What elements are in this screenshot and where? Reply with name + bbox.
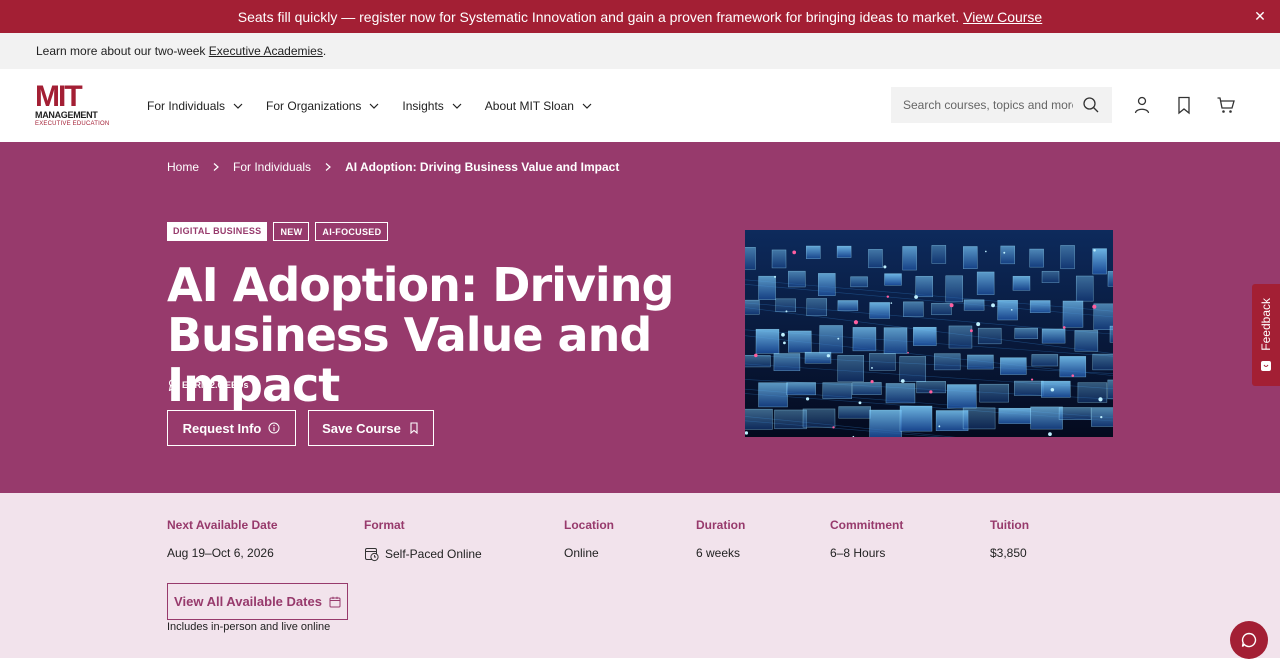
cart-icon[interactable] bbox=[1216, 95, 1236, 115]
detail-value: Online bbox=[564, 546, 599, 560]
breadcrumb-home[interactable]: Home bbox=[167, 160, 199, 174]
nav-label: For Individuals bbox=[147, 98, 226, 113]
executive-academies-link[interactable]: Executive Academies bbox=[209, 44, 323, 58]
save-course-label: Save Course bbox=[322, 420, 401, 436]
tag-digital-business[interactable]: DIGITAL BUSINESS bbox=[167, 222, 268, 241]
bookmark-icon[interactable] bbox=[1174, 95, 1194, 115]
logo-line1: MANAGEMENT bbox=[35, 110, 98, 120]
chevron-right-icon bbox=[325, 163, 331, 171]
logo-mark: MIT bbox=[35, 80, 83, 113]
breadcrumb-for-individuals[interactable]: For Individuals bbox=[233, 160, 311, 174]
nav-for-individuals[interactable]: For Individuals bbox=[147, 99, 244, 113]
detail-heading: Tuition bbox=[990, 518, 1030, 532]
logo-line2: EXECUTIVE EDUCATION bbox=[35, 121, 110, 127]
info-text: Learn more about our two-week bbox=[36, 44, 206, 58]
feedback-icon bbox=[1261, 361, 1271, 371]
course-hero-image bbox=[745, 230, 1113, 437]
nav-about-mit-sloan[interactable]: About MIT Sloan bbox=[485, 99, 593, 113]
eeu-badge: EARN 2.0 EEUs bbox=[167, 379, 249, 391]
chevron-down-icon bbox=[369, 103, 379, 109]
detail-commitment: Commitment 6–8 Hours bbox=[830, 518, 903, 560]
search-input[interactable] bbox=[903, 98, 1073, 112]
feedback-tab[interactable]: Feedback bbox=[1252, 284, 1280, 386]
alert-bar: Seats fill quickly — register now for Sy… bbox=[0, 0, 1280, 33]
search-box bbox=[891, 87, 1112, 123]
detail-value: Self-Paced Online bbox=[385, 547, 482, 561]
nav-insights[interactable]: Insights bbox=[402, 99, 462, 113]
detail-heading: Duration bbox=[696, 518, 746, 532]
detail-heading: Next Available Date bbox=[167, 518, 278, 532]
nav-for-organizations[interactable]: For Organizations bbox=[266, 99, 380, 113]
chevron-down-icon bbox=[233, 103, 243, 109]
chevron-right-icon bbox=[213, 163, 219, 171]
view-course-link[interactable]: View Course bbox=[963, 9, 1042, 25]
chat-bubble-icon bbox=[1241, 632, 1257, 648]
bookmark-icon bbox=[410, 422, 418, 434]
detail-heading: Location bbox=[564, 518, 614, 532]
save-course-button[interactable]: Save Course bbox=[308, 410, 434, 446]
detail-value: Aug 19–Oct 6, 2026 bbox=[167, 546, 274, 560]
detail-value-row: Self-Paced Online bbox=[364, 546, 482, 562]
breadcrumb-current: AI Adoption: Driving Business Value and … bbox=[345, 160, 620, 174]
user-icon[interactable] bbox=[1132, 95, 1152, 115]
detail-heading: Format bbox=[364, 518, 405, 532]
chat-button[interactable] bbox=[1230, 621, 1268, 659]
nav-label: About MIT Sloan bbox=[484, 98, 574, 113]
site-header: MIT MANAGEMENT EXECUTIVE EDUCATION For I… bbox=[0, 69, 1280, 142]
detail-tuition: Tuition $3,850 bbox=[990, 518, 1029, 560]
request-info-button[interactable]: Request Info bbox=[167, 410, 296, 446]
course-details: Next Available Date Aug 19–Oct 6, 2026 F… bbox=[0, 493, 1280, 658]
search-icon[interactable] bbox=[1082, 96, 1100, 114]
feedback-label: Feedback bbox=[1259, 298, 1273, 351]
info-strip: Learn more about our two-week Executive … bbox=[0, 33, 1280, 69]
detail-value: 6–8 Hours bbox=[830, 546, 886, 560]
chevron-down-icon bbox=[452, 103, 462, 109]
breadcrumb: Home For Individuals AI Adoption: Drivin… bbox=[167, 160, 619, 174]
main-nav: For Individuals For Organizations Insigh… bbox=[147, 69, 615, 142]
dates-note: Includes in-person and live online bbox=[167, 621, 331, 633]
page-title: AI Adoption: Driving Business Value and … bbox=[167, 258, 674, 412]
course-hero: Home For Individuals AI Adoption: Drivin… bbox=[0, 142, 1280, 493]
circuit-cubes-image bbox=[745, 230, 1113, 437]
chevron-down-icon bbox=[582, 103, 592, 109]
detail-value: $3,850 bbox=[990, 546, 1027, 560]
detail-next-date: Next Available Date Aug 19–Oct 6, 2026 bbox=[167, 518, 278, 560]
view-all-dates-button[interactable]: View All Available Dates bbox=[167, 583, 348, 620]
detail-location: Location Online bbox=[564, 518, 614, 560]
request-info-label: Request Info bbox=[182, 420, 262, 436]
tag-new: NEW bbox=[273, 222, 310, 241]
calendar-icon bbox=[329, 596, 341, 607]
calendar-clock-icon bbox=[365, 548, 379, 562]
tag-ai-focused: AI-FOCUSED bbox=[315, 222, 389, 241]
info-icon bbox=[268, 422, 280, 434]
info-suffix: . bbox=[322, 44, 327, 58]
close-icon[interactable]: ✕ bbox=[1252, 8, 1268, 24]
course-tags: DIGITAL BUSINESS NEW AI-FOCUSED bbox=[167, 222, 389, 241]
nav-label: For Organizations bbox=[266, 98, 362, 113]
page-bottom bbox=[0, 658, 1280, 670]
detail-format: Format Self-Paced Online bbox=[364, 518, 482, 562]
nav-label: Insights bbox=[402, 98, 444, 113]
eeu-label: EARN 2.0 EEUs bbox=[182, 380, 249, 390]
ribbon-icon bbox=[168, 379, 177, 391]
detail-heading: Commitment bbox=[830, 518, 904, 532]
mit-logo[interactable]: MIT MANAGEMENT EXECUTIVE EDUCATION bbox=[35, 80, 111, 128]
detail-value: 6 weeks bbox=[696, 546, 741, 560]
detail-duration: Duration 6 weeks bbox=[696, 518, 745, 560]
view-all-dates-label: View All Available Dates bbox=[174, 594, 322, 609]
alert-text: Seats fill quickly — register now for Sy… bbox=[237, 8, 960, 25]
